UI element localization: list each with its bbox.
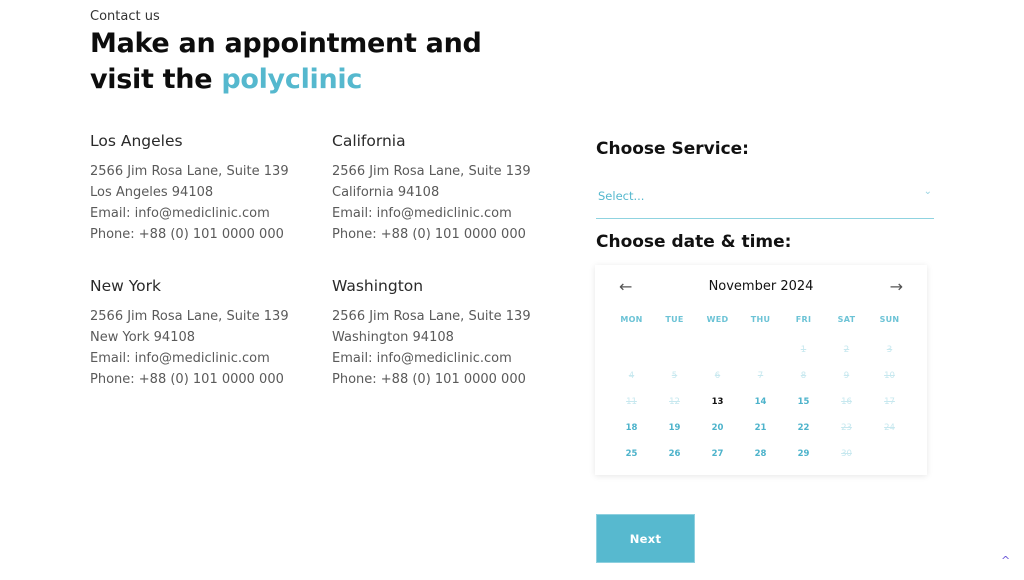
service-select-placeholder: Select... (598, 189, 645, 203)
weekday-label: FRI (795, 315, 812, 324)
office-address: 2566 Jim Rosa Lane, Suite 139 (332, 164, 531, 179)
date-picker-calendar: ← November 2024 → MON TUE WED THU FRI SA… (595, 265, 927, 475)
office-city-zip: Washington 94108 (332, 330, 454, 345)
office-email: Email: info@mediclinic.com (332, 351, 512, 366)
office-phone: Phone: +88 (0) 101 0000 000 (332, 372, 526, 387)
service-select[interactable]: Select... ⌄ (596, 182, 934, 219)
calendar-day-today[interactable]: 13 (696, 396, 739, 422)
weekday-label: MON (620, 315, 643, 324)
office-address: 2566 Jim Rosa Lane, Suite 139 (332, 309, 531, 324)
calendar-day-disabled: 8 (800, 371, 807, 381)
office-city: Washington (332, 277, 424, 295)
calendar-day-disabled: 24 (884, 423, 895, 433)
office-city: New York (90, 277, 161, 295)
weekday-label: SUN (879, 315, 900, 324)
calendar-day[interactable]: 18 (610, 422, 653, 448)
calendar-day[interactable]: 29 (782, 448, 825, 474)
title-line-2-prefix: visit the (90, 64, 222, 95)
choose-service-label: Choose Service: (596, 139, 749, 159)
page-title: Make an appointment and visit the polycl… (90, 26, 482, 98)
office-new-york: New York 2566 Jim Rosa Lane, Suite 139 N… (90, 277, 320, 390)
office-city-zip: New York 94108 (90, 330, 196, 345)
calendar-day-disabled: 1 (800, 345, 807, 355)
weekday-label: THU (750, 315, 771, 324)
calendar-day-disabled: 17 (884, 397, 895, 407)
next-button[interactable]: Next (596, 514, 695, 563)
office-email: Email: info@mediclinic.com (90, 206, 270, 221)
office-city-zip: California 94108 (332, 185, 440, 200)
calendar-day-disabled: 5 (671, 371, 678, 381)
title-accent: polyclinic (221, 64, 363, 95)
calendar-day[interactable]: 22 (782, 422, 825, 448)
calendar-day[interactable]: 26 (653, 448, 696, 474)
calendar-month-label: November 2024 (708, 279, 814, 294)
title-line-1: Make an appointment and (90, 28, 482, 59)
calendar-empty-cell (696, 344, 739, 370)
calendar-header: ← November 2024 → (595, 277, 927, 299)
weekday-label: SAT (837, 315, 856, 324)
office-email: Email: info@mediclinic.com (332, 206, 512, 221)
office-city: Los Angeles (90, 132, 183, 150)
calendar-empty-cell (653, 344, 696, 370)
calendar-day-disabled: 16 (841, 397, 852, 407)
office-phone: Phone: +88 (0) 101 0000 000 (332, 227, 526, 242)
calendar-day[interactable]: 28 (739, 448, 782, 474)
calendar-day-disabled: 11 (626, 397, 637, 407)
calendar-day-disabled: 30 (841, 449, 852, 459)
calendar-day[interactable]: 15 (782, 396, 825, 422)
office-city-zip: Los Angeles 94108 (90, 185, 214, 200)
calendar-empty-cell (739, 344, 782, 370)
calendar-days-grid: 1 2 3 4 5 6 7 8 9 10 11 12 13 14 15 16 17 18 19 20 21 22 23 24 2… (610, 344, 911, 474)
chevron-down-icon: ⌄ (923, 186, 932, 197)
calendar-day-disabled: 2 (843, 345, 850, 355)
calendar-day[interactable]: 14 (739, 396, 782, 422)
office-city: California (332, 132, 406, 150)
choose-datetime-label: Choose date & time: (596, 232, 792, 252)
calendar-day[interactable]: 25 (610, 448, 653, 474)
office-california: California 2566 Jim Rosa Lane, Suite 139… (332, 132, 562, 245)
office-email: Email: info@mediclinic.com (90, 351, 270, 366)
calendar-day[interactable]: 27 (696, 448, 739, 474)
calendar-day-disabled: 3 (886, 345, 893, 355)
office-phone: Phone: +88 (0) 101 0000 000 (90, 227, 284, 242)
scroll-to-top-icon[interactable]: ^ (1001, 554, 1010, 567)
calendar-day-disabled: 6 (714, 371, 721, 381)
calendar-day[interactable]: 20 (696, 422, 739, 448)
weekday-header-row: MON TUE WED THU FRI SAT SUN (610, 315, 911, 324)
calendar-day[interactable]: 19 (653, 422, 696, 448)
office-address: 2566 Jim Rosa Lane, Suite 139 (90, 164, 289, 179)
calendar-day-disabled: 9 (843, 371, 850, 381)
office-los-angeles: Los Angeles 2566 Jim Rosa Lane, Suite 13… (90, 132, 320, 245)
calendar-empty-cell (610, 344, 653, 370)
office-washington: Washington 2566 Jim Rosa Lane, Suite 139… (332, 277, 562, 390)
office-address: 2566 Jim Rosa Lane, Suite 139 (90, 309, 289, 324)
calendar-day-disabled: 4 (628, 371, 635, 381)
calendar-day-disabled: 23 (841, 423, 852, 433)
calendar-day-disabled: 12 (669, 397, 680, 407)
office-phone: Phone: +88 (0) 101 0000 000 (90, 372, 284, 387)
eyebrow-label: Contact us (90, 9, 160, 24)
calendar-day-disabled: 10 (884, 371, 895, 381)
weekday-label: TUE (665, 315, 684, 324)
arrow-right-icon[interactable]: → (890, 277, 903, 296)
weekday-label: WED (706, 315, 729, 324)
calendar-day[interactable]: 21 (739, 422, 782, 448)
calendar-day-disabled: 7 (757, 371, 764, 381)
